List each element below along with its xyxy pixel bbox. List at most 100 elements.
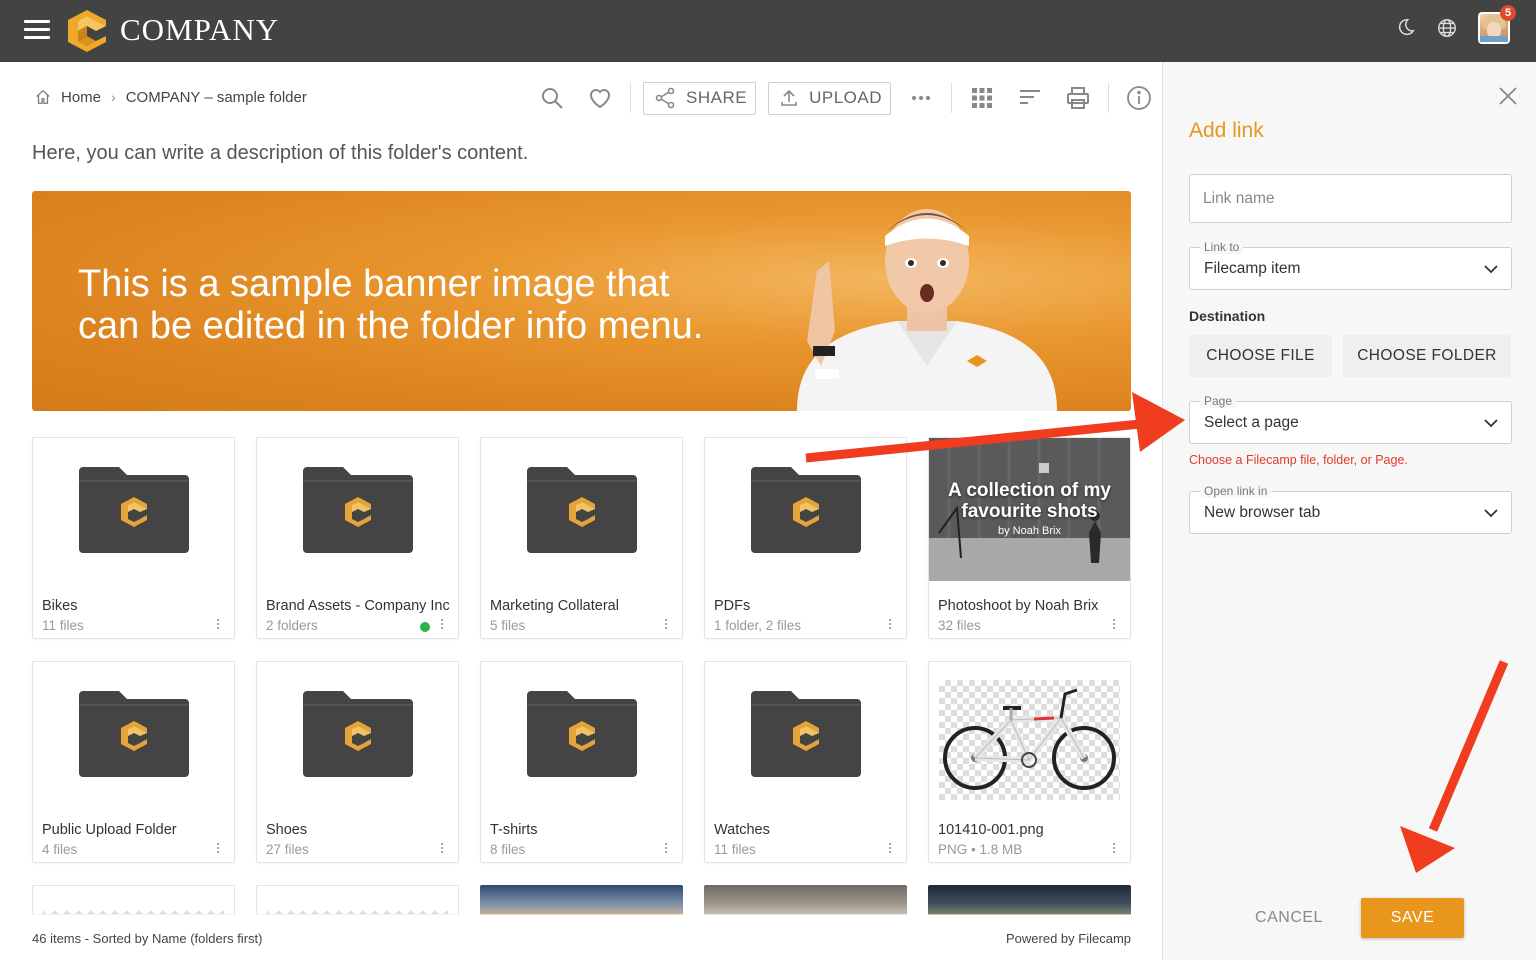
save-button[interactable]: SAVE [1361, 898, 1464, 938]
validation-error: Choose a Filecamp file, folder, or Page. [1189, 453, 1408, 467]
item-menu-icon[interactable] [664, 619, 668, 633]
item-meta: 1 folder, 2 files [714, 618, 802, 633]
home-icon[interactable] [34, 88, 52, 106]
upload-icon [781, 89, 797, 106]
open-in-label: Open link in [1200, 484, 1272, 498]
file-card-partial[interactable] [480, 885, 683, 915]
share-label: SHARE [686, 88, 748, 107]
item-name: T-shirts [490, 822, 538, 838]
item-name: Photoshoot by Noah Brix [938, 598, 1099, 614]
banner-text: This is a sample banner image that can b… [78, 263, 703, 347]
file-card-partial[interactable] [32, 885, 235, 915]
toolbar: SHARE UPLOAD [528, 80, 1162, 116]
breadcrumb: Home › COMPANY – sample folder [34, 88, 307, 106]
folder-icon [526, 690, 637, 777]
panel-title: Add link [1189, 119, 1264, 142]
item-menu-icon[interactable] [1112, 843, 1116, 857]
add-link-panel: Add link Link to Filecamp item Destinati… [1162, 62, 1536, 960]
chevron-down-icon [1484, 265, 1498, 274]
company-logo-icon[interactable] [66, 8, 108, 54]
folder-icon [78, 690, 189, 777]
destination-label: Destination [1189, 308, 1266, 324]
grid-view-icon[interactable] [969, 85, 995, 111]
powered-by[interactable]: Powered by Filecamp [1006, 931, 1131, 946]
sort-icon[interactable] [1017, 85, 1043, 111]
folder-banner: This is a sample banner image that can b… [32, 191, 1131, 411]
item-name: Marketing Collateral [490, 598, 619, 614]
folder-card-shoes[interactable]: Shoes 27 files [256, 661, 459, 863]
file-card-partial[interactable] [704, 885, 907, 915]
page-label: Page [1200, 394, 1237, 408]
item-menu-icon[interactable] [440, 619, 444, 633]
item-meta: 5 files [490, 618, 526, 633]
item-menu-icon[interactable] [216, 619, 220, 633]
item-menu-icon[interactable] [440, 843, 444, 857]
cancel-button[interactable]: CANCEL [1241, 898, 1337, 938]
item-meta: 32 files [938, 618, 981, 633]
folder-card-watches[interactable]: Watches 11 files [704, 661, 907, 863]
open-link-in-select[interactable]: Open link in New browser tab [1189, 484, 1512, 534]
upload-label: UPLOAD [809, 88, 882, 107]
choose-file-button[interactable]: CHOOSE FILE [1189, 335, 1332, 377]
banner-line-2: can be edited in the folder info menu. [78, 305, 704, 347]
banner-line-1: This is a sample banner image that [78, 263, 670, 305]
search-icon[interactable] [539, 85, 565, 111]
folder-card-marketing[interactable]: Marketing Collateral 5 files [480, 437, 683, 639]
item-name: Watches [714, 822, 770, 838]
divider [951, 83, 952, 113]
file-card-bike-image[interactable]: 101410-001.png PNG • 1.8 MB [928, 661, 1131, 863]
breadcrumb-home[interactable]: Home [61, 89, 101, 106]
more-icon[interactable] [908, 85, 934, 111]
link-name-input[interactable] [1190, 175, 1511, 222]
upload-button[interactable]: UPLOAD [768, 81, 891, 115]
chevron-down-icon [1484, 509, 1498, 518]
item-meta: 4 files [42, 842, 78, 857]
divider [630, 83, 631, 113]
folder-card-tshirts[interactable]: T-shirts 8 files [480, 661, 683, 863]
link-to-select[interactable]: Link to Filecamp item [1189, 240, 1512, 290]
menu-icon[interactable] [24, 20, 50, 42]
folder-card-brand-assets[interactable]: Brand Assets - Company Inc 2 folders [256, 437, 459, 639]
page-value: Select a page [1204, 414, 1299, 431]
breadcrumb-current[interactable]: COMPANY – sample folder [126, 89, 307, 106]
item-count: 46 items - Sorted by Name (folders first… [32, 931, 263, 946]
item-name: 101410-001.png [938, 822, 1044, 838]
heart-icon[interactable] [587, 85, 613, 111]
page-select[interactable]: Page Select a page [1189, 394, 1512, 444]
link-name-field[interactable] [1189, 174, 1512, 223]
item-name: Public Upload Folder [42, 822, 177, 838]
folder-icon [526, 466, 637, 553]
item-name: Shoes [266, 822, 308, 838]
folder-icon [302, 690, 413, 777]
folder-description: Here, you can write a description of thi… [32, 142, 529, 164]
file-card-partial[interactable] [256, 885, 459, 915]
globe-icon[interactable] [1436, 17, 1458, 39]
folder-card-photoshoot[interactable]: A collection of my favourite shots by No… [928, 437, 1131, 639]
item-menu-icon[interactable] [216, 843, 220, 857]
folder-card-bikes[interactable]: Bikes 11 files [32, 437, 235, 639]
item-meta: 11 files [42, 618, 84, 633]
item-menu-icon[interactable] [664, 843, 668, 857]
print-icon[interactable] [1065, 85, 1091, 111]
item-meta: 2 folders [266, 618, 318, 633]
info-icon[interactable] [1126, 85, 1152, 111]
choose-folder-button[interactable]: CHOOSE FOLDER [1343, 335, 1511, 377]
item-name: Bikes [42, 598, 78, 614]
moon-icon[interactable] [1394, 17, 1416, 39]
file-card-partial[interactable] [928, 885, 1131, 915]
folder-card-pdfs[interactable]: PDFs 1 folder, 2 files [704, 437, 907, 639]
close-icon[interactable] [1498, 86, 1518, 106]
share-icon [655, 87, 675, 109]
folder-icon [302, 466, 413, 553]
chevron-down-icon [1484, 419, 1498, 428]
share-button[interactable]: SHARE [643, 81, 757, 115]
avatar[interactable]: 5 [1478, 5, 1516, 44]
link-to-value: Filecamp item [1204, 260, 1301, 277]
item-menu-icon[interactable] [1112, 619, 1116, 633]
notification-badge: 5 [1500, 5, 1516, 21]
item-menu-icon[interactable] [888, 619, 892, 633]
folder-card-public-upload[interactable]: Public Upload Folder 4 files [32, 661, 235, 863]
link-to-label: Link to [1200, 240, 1244, 254]
item-meta: 27 files [266, 842, 309, 857]
item-menu-icon[interactable] [888, 843, 892, 857]
